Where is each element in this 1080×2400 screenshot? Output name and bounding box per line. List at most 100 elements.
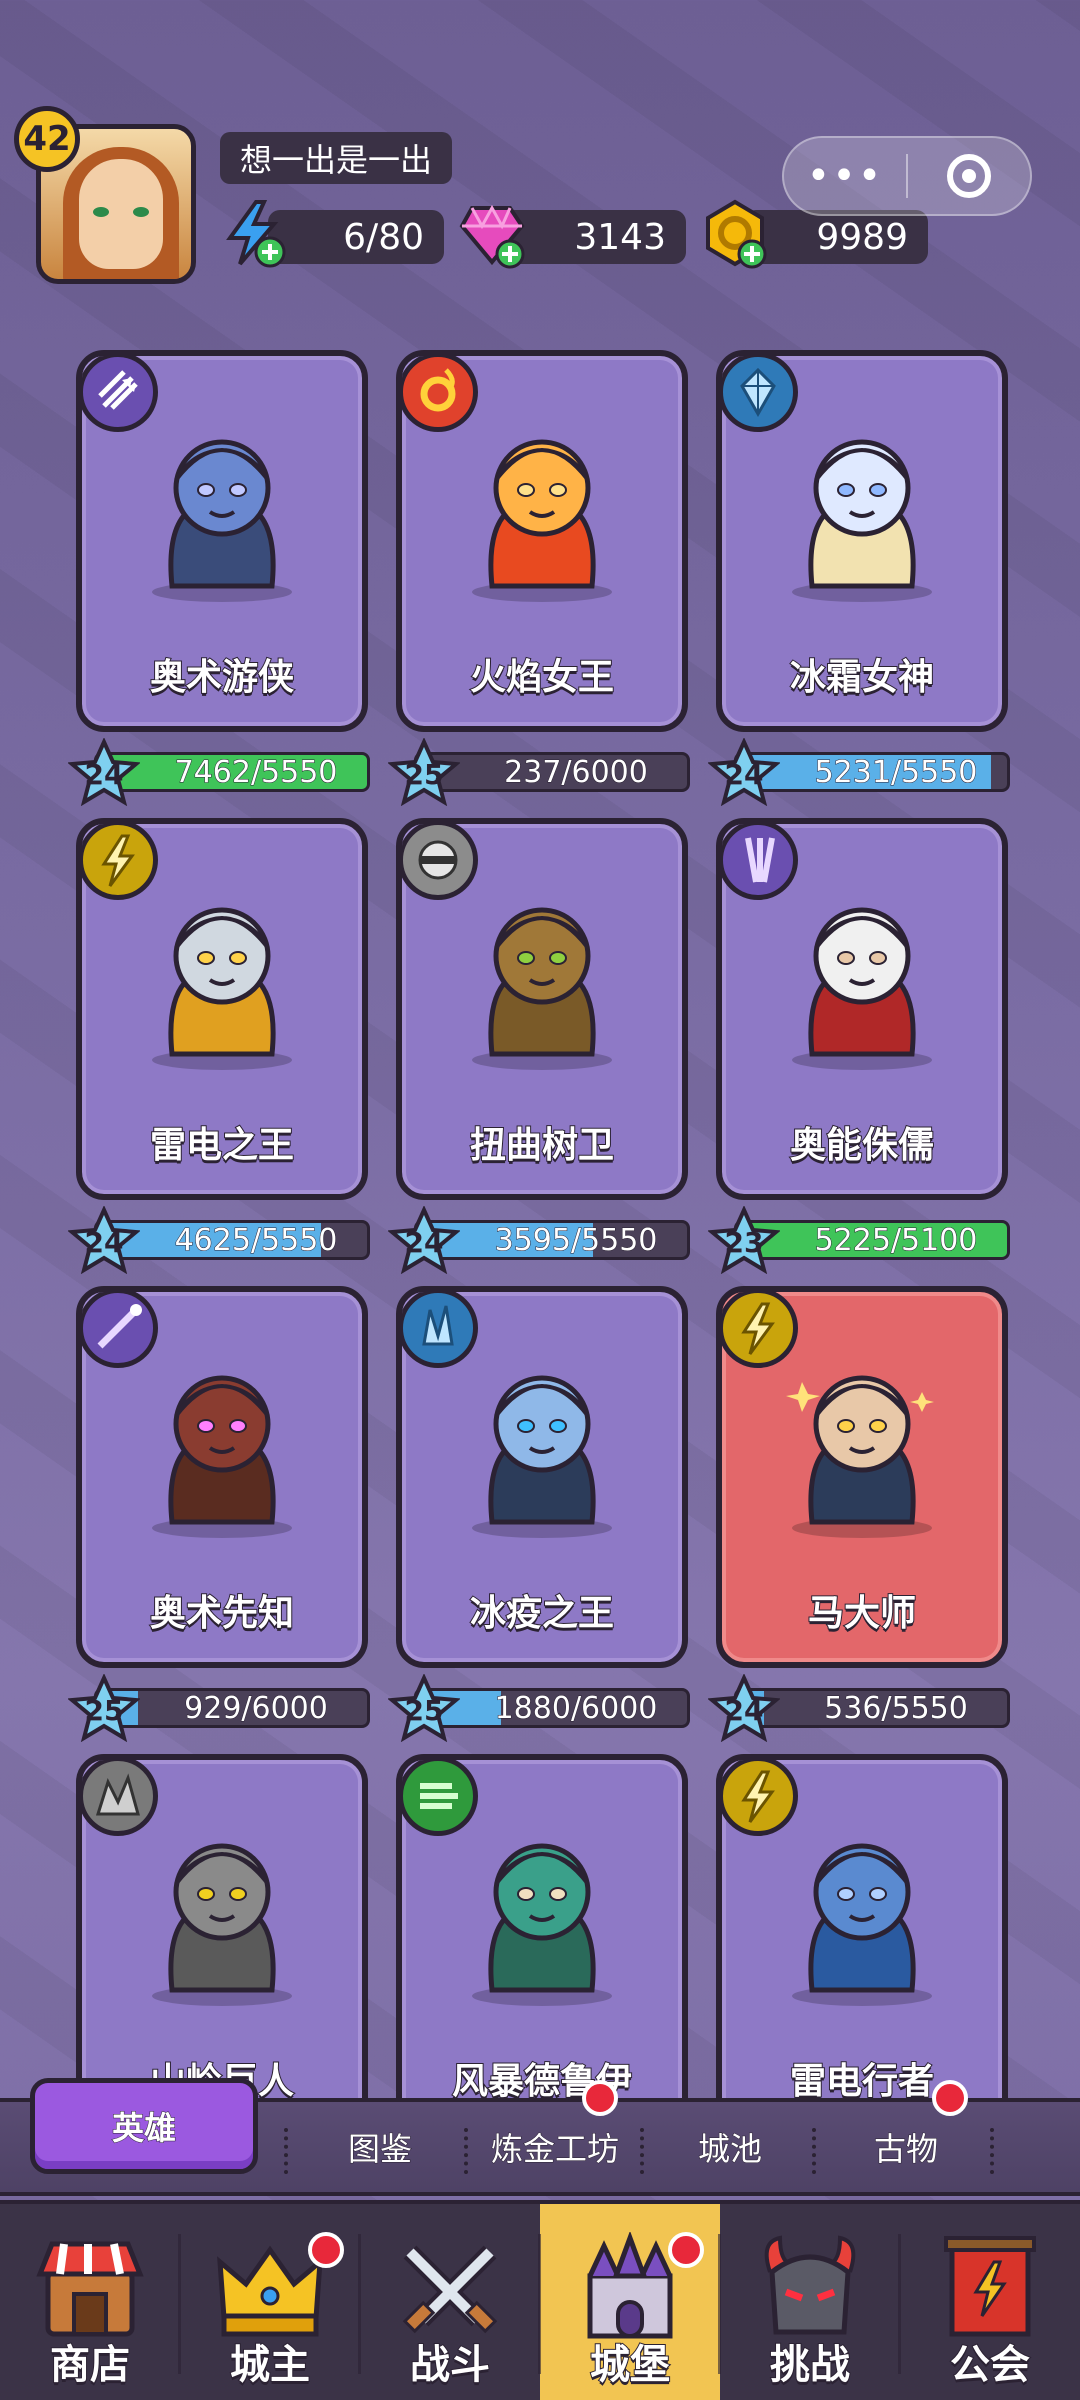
hero-name: 马大师 [807, 1592, 917, 1635]
more-dots-icon[interactable]: ••• [784, 156, 906, 196]
nav-challenge[interactable]: 挑战 [720, 2204, 900, 2400]
gold-coin-icon[interactable] [700, 198, 770, 270]
star-level-icon: 24 [708, 1674, 780, 1742]
hero-card[interactable]: 雷电之王 [76, 818, 368, 1200]
star-level-value: 25 [84, 1694, 124, 1727]
star-level-value: 24 [724, 758, 764, 791]
star-level-value: 23 [724, 1226, 764, 1259]
energy-counter: 6/80 [268, 210, 444, 264]
nav-battle[interactable]: 战斗 [360, 2204, 540, 2400]
mini-program-capsule: ••• [782, 136, 1032, 216]
star-level-icon: 24 [708, 738, 780, 806]
hero-portrait [442, 884, 642, 1074]
wind-icon [402, 1760, 478, 1836]
star-level-value: 24 [404, 1226, 444, 1259]
hero-name: 扭曲树卫 [469, 1124, 615, 1167]
arcane-beam-icon [722, 824, 798, 900]
nav-label: 公会 [949, 2341, 1031, 2389]
hero-portrait [122, 884, 322, 1074]
hero-card[interactable]: 冰霜女神 [716, 350, 1008, 732]
gem-icon[interactable] [458, 198, 528, 270]
ice-shard-icon [402, 1292, 478, 1368]
hero-card[interactable]: 山岭巨人 [76, 1754, 368, 2100]
top-bar: 42 想一出是一出 6/80 3143 9989 ••• [0, 0, 1080, 320]
nav-guild[interactable]: 公会 [900, 2204, 1080, 2400]
notification-dot [308, 2232, 344, 2268]
hero-card[interactable]: 火焰女王 [396, 350, 688, 732]
subtab-divider [812, 2128, 816, 2174]
hero-name: 冰疫之王 [469, 1592, 615, 1635]
hero-name: 冰霜女神 [789, 656, 935, 699]
hero-portrait [762, 884, 962, 1074]
nav-lord[interactable]: 城主 [180, 2204, 360, 2400]
energy-lightning-icon[interactable] [218, 198, 288, 270]
subtab-alchemy[interactable]: 炼金工坊 [460, 2102, 650, 2192]
subtab-relics[interactable]: 古物 [816, 2102, 996, 2192]
star-level-icon: 24 [68, 738, 140, 806]
target-circle-icon[interactable] [908, 154, 1030, 198]
hero-portrait [762, 1820, 962, 2010]
nav-label: 城堡 [589, 2341, 671, 2389]
guild-banner-icon [930, 2232, 1050, 2342]
subtab-divider [284, 2128, 288, 2174]
hero-name: 风暴德鲁伊 [451, 2060, 633, 2100]
shop-icon [30, 2232, 150, 2342]
player-level-badge: 42 [14, 106, 80, 172]
star-level-icon: 24 [68, 1206, 140, 1274]
hero-card[interactable]: 雷电行者 [716, 1754, 1008, 2100]
nav-divider [358, 2234, 361, 2374]
star-level-icon: 25 [388, 1674, 460, 1742]
demon-helmet-icon [750, 2232, 870, 2342]
hero-subtabs: 英雄 图鉴 炼金工坊 城池 古物 [0, 2078, 1080, 2196]
subtab-codex[interactable]: 图鉴 [290, 2102, 470, 2192]
nav-label: 挑战 [769, 2341, 851, 2389]
nav-label: 商店 [49, 2341, 131, 2389]
ice-crystal-icon [722, 356, 798, 432]
hero-card[interactable]: 奥术先知 [76, 1286, 368, 1668]
nav-divider [718, 2234, 721, 2374]
gem-value: 3143 [574, 216, 666, 258]
star-level-value: 25 [404, 758, 444, 791]
nav-castle[interactable]: 城堡 [540, 2204, 720, 2400]
hero-name: 奥术游侠 [149, 656, 295, 699]
hero-portrait [442, 416, 642, 606]
star-level-icon: 24 [388, 1206, 460, 1274]
subtab-heroes[interactable]: 英雄 [30, 2078, 258, 2174]
fire-ring-icon [402, 356, 478, 432]
hero-card[interactable]: 扭曲树卫 [396, 818, 688, 1200]
star-level-icon: 25 [388, 738, 460, 806]
nav-shop[interactable]: 商店 [0, 2204, 180, 2400]
star-level-value: 24 [724, 1694, 764, 1727]
hero-name: 雷电之王 [149, 1124, 295, 1167]
hero-name: 火焰女王 [469, 656, 615, 699]
arrows-icon [82, 356, 158, 432]
subtab-city[interactable]: 城池 [640, 2102, 820, 2192]
hero-card[interactable]: 奥能侏儒 [716, 818, 1008, 1200]
shield-orb-icon [402, 824, 478, 900]
hero-card[interactable]: 马大师 [716, 1286, 1008, 1668]
hero-card[interactable]: 风暴德鲁伊 [396, 1754, 688, 2100]
star-level-icon: 23 [708, 1206, 780, 1274]
hero-name: 奥能侏儒 [789, 1124, 935, 1167]
hero-card[interactable]: 冰疫之王 [396, 1286, 688, 1668]
nav-divider [178, 2234, 181, 2374]
bottom-navigation: 商店 城主 战斗 城堡 挑战 公会 [0, 2200, 1080, 2400]
lightning-icon [722, 1760, 798, 1836]
hero-portrait [122, 1352, 322, 1542]
subtab-divider [640, 2128, 644, 2174]
notification-dot [582, 2080, 618, 2116]
gold-value: 9989 [816, 216, 908, 258]
notification-dot [668, 2232, 704, 2268]
hero-portrait [762, 416, 962, 606]
subtab-divider [464, 2128, 468, 2174]
hero-card[interactable]: 奥术游侠 [76, 350, 368, 732]
hero-name: 奥术先知 [149, 1592, 295, 1635]
star-level-icon: 25 [68, 1674, 140, 1742]
hero-grid: 奥术游侠 7462/5550 24 火焰女王 237/6000 25 冰霜女神 5231/55… [0, 350, 1080, 2100]
star-level-value: 24 [84, 1226, 124, 1259]
nav-divider [898, 2234, 901, 2374]
subtab-divider [990, 2128, 994, 2174]
nav-label: 城主 [229, 2341, 311, 2389]
energy-value: 6/80 [343, 216, 424, 258]
gold-counter: 9989 [744, 210, 928, 264]
